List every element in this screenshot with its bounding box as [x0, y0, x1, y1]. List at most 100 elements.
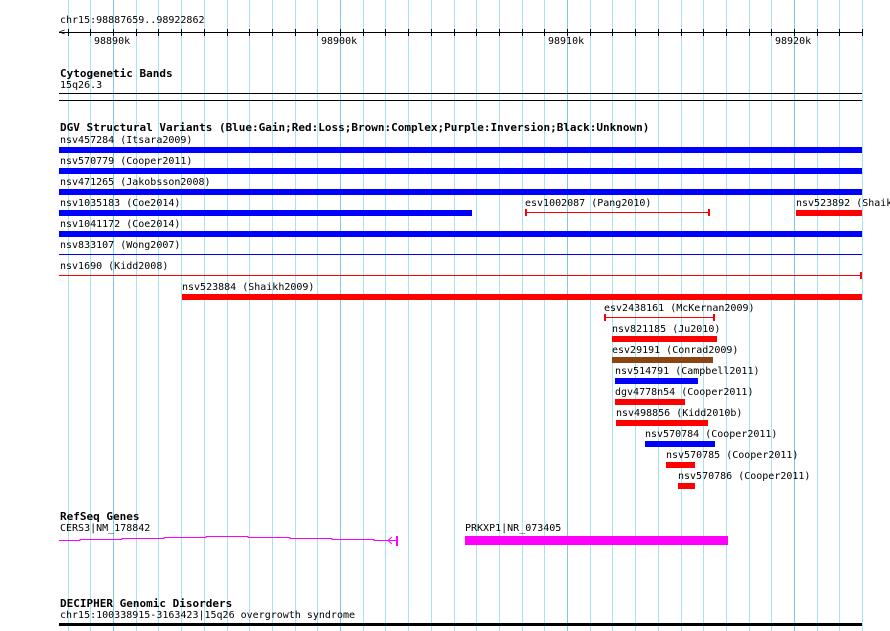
gene-label-prkxp1: PRKXP1|NR_073405 [465, 523, 562, 534]
grid-line [749, 0, 750, 631]
variant-feature[interactable] [612, 336, 717, 342]
variant-feature[interactable] [666, 462, 695, 468]
grid-line [862, 0, 863, 631]
cytoband-line [59, 93, 862, 94]
tick-label: 98920k [775, 36, 812, 47]
decipher-feature[interactable] [59, 623, 862, 626]
tick-label: 98910k [548, 36, 585, 47]
ruler-tick [703, 29, 704, 36]
track-title-cytoband[interactable]: Cytogenetic Bands [60, 68, 173, 80]
variant-label: nsv833107 (Wong2007) [60, 240, 181, 251]
ruler-tick [68, 29, 69, 36]
ruler-tick [431, 29, 432, 36]
grid-line [771, 0, 772, 631]
ruler-tick [862, 29, 863, 36]
ruler-tick [635, 29, 636, 36]
grid-line [794, 0, 795, 631]
variant-end-cap [713, 314, 715, 321]
ruler-tick [227, 29, 228, 36]
variant-end-cap [525, 209, 527, 216]
ruler-tick [408, 29, 409, 36]
ruler-tick [454, 29, 455, 36]
variant-label: dgv4778n54 (Cooper2011) [615, 387, 754, 398]
variant-feature[interactable] [612, 357, 713, 363]
grid-line [839, 0, 840, 631]
grid-line [431, 0, 432, 631]
ruler-tick [340, 29, 341, 36]
decipher-label: chr15:100338915-3163423|15q26 overgrowth… [60, 610, 356, 621]
ruler-tick [181, 29, 182, 36]
tick-label: 98890k [94, 36, 131, 47]
variant-feature[interactable] [59, 231, 862, 237]
variant-feature[interactable] [182, 294, 862, 300]
gene-prkxp1[interactable] [465, 536, 728, 545]
ruler-tick [385, 29, 386, 36]
variant-feature[interactable] [616, 420, 708, 426]
variant-feature[interactable] [678, 483, 695, 489]
variant-feature[interactable] [604, 317, 714, 318]
variant-label: nsv570784 (Cooper2011) [645, 429, 778, 440]
variant-end-cap [708, 209, 710, 216]
tick-label: 98900k [321, 36, 358, 47]
variant-feature[interactable] [796, 210, 862, 216]
ruler-tick [136, 29, 137, 36]
track-title-dgv[interactable]: DGV Structural Variants (Blue:Gain;Red:L… [60, 122, 649, 134]
variant-label: nsv498856 (Kidd2010b) [616, 408, 743, 419]
ruler-tick [90, 29, 91, 36]
variant-label: nsv514791 (Campbell2011) [615, 366, 760, 377]
ruler-tick [590, 29, 591, 36]
variant-end-cap [604, 314, 606, 321]
variant-feature[interactable] [59, 189, 862, 195]
ruler-tick [817, 29, 818, 36]
cytoband-line [59, 100, 862, 101]
variant-feature[interactable] [59, 210, 472, 216]
variant-feature[interactable] [59, 147, 862, 153]
variant-feature[interactable] [615, 399, 685, 405]
variant-feature[interactable] [645, 441, 715, 447]
grid-line [408, 0, 409, 631]
variant-label: nsv1690 (Kidd2008) [60, 261, 169, 272]
variant-feature[interactable] [59, 254, 862, 255]
ruler-tick [295, 29, 296, 36]
ruler-tick [272, 29, 273, 36]
variant-feature[interactable] [59, 168, 862, 174]
grid-line [454, 0, 455, 631]
track-title-decipher[interactable]: DECIPHER Genomic Disorders [60, 598, 232, 610]
variant-label: esv2438161 (McKernan2009) [604, 303, 755, 314]
ruler-tick [317, 29, 318, 36]
ruler-tick [567, 29, 568, 36]
ruler-tick [839, 29, 840, 36]
region-label: chr15:98887659..98922862 [60, 15, 205, 26]
variant-end-cap [860, 272, 862, 279]
ruler-tick [658, 29, 659, 36]
variant-label: nsv1041172 (Coe2014) [60, 219, 181, 230]
ruler-tick [726, 29, 727, 36]
ruler-tick [522, 29, 523, 36]
variant-feature[interactable] [525, 212, 709, 213]
ruler-tick [749, 29, 750, 36]
ruler-tick [476, 29, 477, 36]
ruler-tick [204, 29, 205, 36]
ruler-tick [612, 29, 613, 36]
variant-label: esv1002087 (Pang2010) [525, 198, 652, 209]
variant-label: nsv523892 (Shaik [796, 198, 890, 209]
ruler-tick [681, 29, 682, 36]
variant-label: esv29191 (Conrad2009) [612, 345, 739, 356]
variant-label: nsv570785 (Cooper2011) [666, 450, 799, 461]
variant-label: nsv523884 (Shaikh2009) [182, 282, 315, 293]
track-title-refseq[interactable]: RefSeq Genes [60, 511, 139, 523]
cytoband-label: 15q26.3 [60, 80, 103, 91]
variant-feature[interactable] [615, 378, 698, 384]
variant-label: nsv471265 (Jakobsson2008) [60, 177, 211, 188]
grid-line [817, 0, 818, 631]
variant-feature[interactable] [59, 275, 862, 276]
gene-cers3[interactable] [59, 532, 404, 548]
ruler-tick [544, 29, 545, 36]
variant-label: nsv821185 (Ju2010) [612, 324, 721, 335]
variant-label: nsv1035183 (Coe2014) [60, 198, 181, 209]
scroll-left-arrow-icon[interactable]: < [59, 27, 65, 38]
ruler-tick [499, 29, 500, 36]
ruler-tick [363, 29, 364, 36]
variant-label: nsv457284 (Itsara2009) [60, 135, 193, 146]
ruler-tick [794, 29, 795, 36]
